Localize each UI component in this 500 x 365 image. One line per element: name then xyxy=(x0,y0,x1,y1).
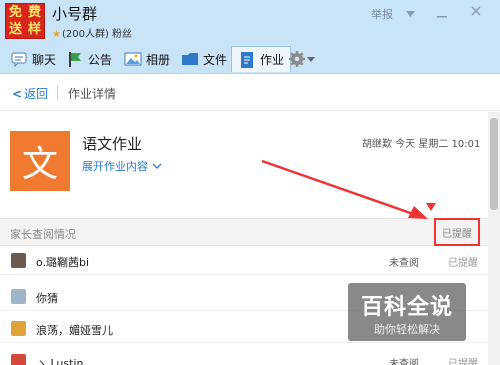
back-button[interactable]: < 返回 xyxy=(12,85,48,102)
avatar-char: 样 xyxy=(27,22,41,37)
tab-label: 聊天 xyxy=(32,52,57,67)
avatar xyxy=(11,321,26,336)
homework-icon xyxy=(238,51,256,69)
remind-status[interactable]: 已提醒 xyxy=(448,355,478,365)
chat-icon xyxy=(10,50,28,68)
avatar-char: 送 xyxy=(8,22,22,37)
tab-files[interactable]: 文件 xyxy=(181,46,227,72)
expand-content-link[interactable]: 展开作业内容 xyxy=(82,158,162,174)
group-meta-text: (200人群) 粉丝 xyxy=(61,29,133,40)
avatar-char: 费 xyxy=(27,5,41,20)
star-icon: ★ xyxy=(52,29,61,40)
watermark-subtitle: 助你轻松解决 xyxy=(374,323,440,336)
close-icon[interactable] xyxy=(470,5,482,20)
tab-announcement[interactable]: 公告 xyxy=(66,46,112,72)
group-avatar[interactable]: 免 费 送 样 xyxy=(5,3,45,39)
divider xyxy=(57,86,58,100)
chevron-left-icon: < xyxy=(12,87,23,101)
gear-icon xyxy=(288,50,306,68)
minimize-icon[interactable] xyxy=(436,9,448,22)
section-title: 家长查阅情况 xyxy=(10,228,76,241)
menu-icon[interactable] xyxy=(405,8,416,21)
member-name: 浪荡，媚娅雪儿 xyxy=(36,324,113,337)
member-name: ゝ Lustin xyxy=(36,357,84,365)
flag-icon xyxy=(66,50,84,68)
expand-label: 展开作业内容 xyxy=(82,160,148,173)
back-label: 返回 xyxy=(24,87,49,101)
tab-homework[interactable]: 作业 xyxy=(231,46,292,72)
watermark-title: 百科全说 xyxy=(360,295,453,320)
settings-menu[interactable] xyxy=(288,46,315,72)
tab-label: 作业 xyxy=(260,53,285,67)
tab-chat[interactable]: 聊天 xyxy=(10,46,56,72)
tab-label: 相册 xyxy=(146,52,171,67)
group-toolbar: 聊天 公告 相册 文件 作业 xyxy=(0,44,500,74)
author-time: 胡继歎 今天 星期二 10:01 xyxy=(362,139,481,150)
tab-label: 公告 xyxy=(88,52,113,67)
remind-status[interactable]: 已提醒 xyxy=(448,254,478,269)
title-bar: 免 费 送 样 小号群 ★(200人群) 粉丝 举报 xyxy=(0,0,500,44)
group-meta: ★(200人群) 粉丝 xyxy=(52,25,132,40)
avatar-char: 免 xyxy=(8,5,22,20)
member-name: 你猜 xyxy=(36,292,58,305)
chevron-down-icon xyxy=(307,52,315,66)
read-status: 未查阅 xyxy=(389,258,419,269)
reminded-status-highlight: 已提醒 xyxy=(434,218,480,246)
chevron-down-icon xyxy=(152,160,162,173)
parent-read-status-header: 家长查阅情况 已提醒 xyxy=(0,218,488,246)
tab-label: 文件 xyxy=(203,52,228,67)
list-item[interactable]: o.璐鞩茜bi 未查阅 已提醒 xyxy=(0,247,488,275)
detail-nav: < 返回 作业详情 xyxy=(0,75,500,111)
list-item[interactable]: ゝ Lustin 未查阅 已提醒 xyxy=(0,348,488,365)
report-link[interactable]: 举报 xyxy=(371,6,393,22)
avatar xyxy=(11,289,26,304)
avatar xyxy=(11,354,26,365)
homework-subject-icon: 文 xyxy=(10,131,70,191)
read-status: 未查阅 xyxy=(389,359,419,365)
scrollbar-thumb[interactable] xyxy=(490,118,498,210)
album-icon xyxy=(124,50,142,68)
watermark: 百科全说 助你轻松解决 xyxy=(348,283,466,341)
tab-album[interactable]: 相册 xyxy=(124,46,170,72)
group-name: 小号群 xyxy=(52,5,98,23)
folder-icon xyxy=(181,50,199,68)
avatar xyxy=(11,253,26,268)
member-name: o.璐鞩茜bi xyxy=(36,256,90,269)
homework-title: 语文作业 xyxy=(82,135,143,153)
page-title: 作业详情 xyxy=(68,87,117,101)
